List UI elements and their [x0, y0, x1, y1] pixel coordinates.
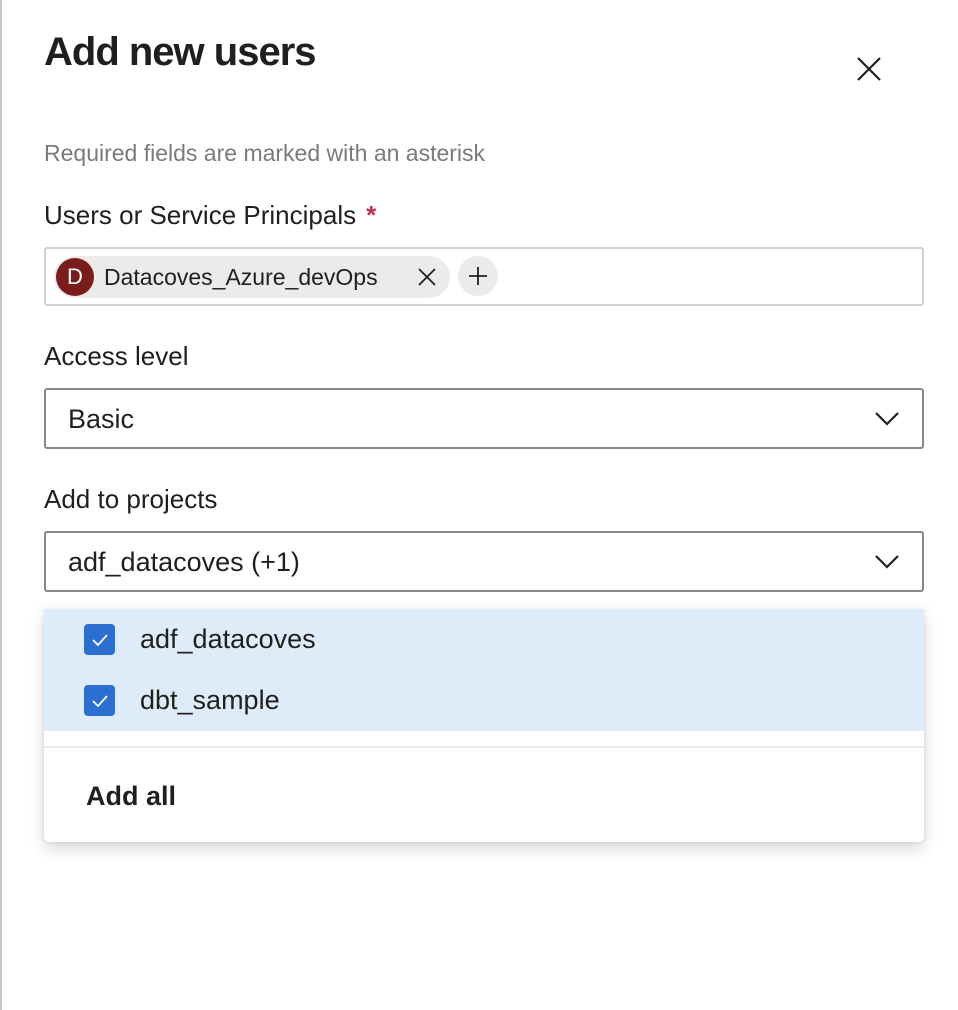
projects-dropdown[interactable]: adf_datacoves (+1) [44, 531, 924, 592]
project-option-adf-datacoves[interactable]: adf_datacoves [44, 609, 924, 670]
project-option-label: dbt_sample [140, 685, 280, 715]
checkmark-icon [91, 633, 108, 646]
project-option-label: adf_datacoves [140, 624, 316, 654]
required-fields-hint: Required fields are marked with an aster… [44, 140, 486, 166]
access-level-label: Access level [44, 341, 189, 371]
access-level-value: Basic [68, 404, 135, 434]
users-field-label: Users or Service Principals * [44, 200, 376, 231]
checkbox[interactable] [84, 624, 115, 655]
avatar: D [56, 258, 94, 296]
project-option-dbt-sample[interactable]: dbt_sample [44, 670, 924, 731]
menu-divider [44, 746, 924, 748]
users-label-text: Users or Service Principals [44, 200, 357, 230]
add-users-panel: Add new users Required fields are marked… [0, 0, 958, 1010]
close-icon [857, 57, 881, 81]
add-user-button[interactable] [458, 256, 498, 296]
user-chip[interactable]: D Datacoves_Azure_devOps [54, 256, 450, 298]
chevron-down-icon [875, 555, 899, 569]
close-icon [418, 268, 436, 286]
projects-menu: adf_datacoves dbt_sample Add all [44, 609, 924, 842]
projects-value: adf_datacoves (+1) [68, 547, 300, 577]
user-chip-name: Datacoves_Azure_devOps [104, 263, 378, 290]
users-picker[interactable]: D Datacoves_Azure_devOps [44, 247, 924, 306]
close-button[interactable] [848, 48, 890, 90]
chevron-down-icon [875, 412, 899, 426]
required-asterisk: * [366, 200, 377, 230]
panel-title: Add new users [44, 30, 317, 74]
add-all-button[interactable]: Add all [86, 781, 176, 812]
checkmark-icon [91, 694, 108, 707]
checkbox[interactable] [84, 685, 115, 716]
remove-user-button[interactable] [414, 264, 440, 290]
projects-label: Add to projects [44, 484, 218, 514]
access-level-dropdown[interactable]: Basic [44, 388, 924, 449]
plus-icon [469, 267, 487, 285]
